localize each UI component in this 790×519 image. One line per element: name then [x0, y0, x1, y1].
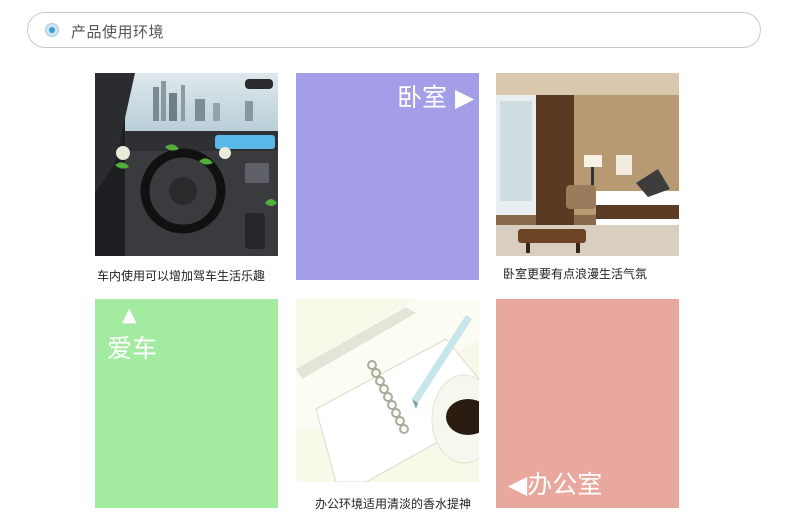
bedroom-tile-label: 卧室 ▶ [397, 83, 475, 112]
target-icon [45, 23, 59, 37]
section-title: 产品使用环境 [71, 23, 165, 41]
car-interior-caption: 车内使用可以增加驾车生活乐趣 [97, 269, 266, 283]
hotel-room-photo [496, 73, 679, 256]
car-interior-photo [95, 73, 278, 256]
section-header-bar: 产品使用环境 [27, 12, 761, 48]
car-tile-label: 爱车 [107, 334, 158, 363]
up-arrow-icon: ▲ [122, 304, 137, 326]
office-desk-photo [296, 299, 479, 482]
bedroom-tile[interactable]: 卧室 ▶ [296, 73, 479, 280]
hotel-room-caption: 卧室更要有点浪漫生活气氛 [503, 267, 648, 281]
office-tile[interactable]: ◀办公室 [496, 299, 679, 508]
car-tile[interactable]: ▲ 爱车 [95, 299, 278, 508]
office-tile-label: ◀办公室 [508, 470, 603, 499]
office-desk-caption: 办公环境适用清淡的香水提神 [315, 497, 472, 511]
